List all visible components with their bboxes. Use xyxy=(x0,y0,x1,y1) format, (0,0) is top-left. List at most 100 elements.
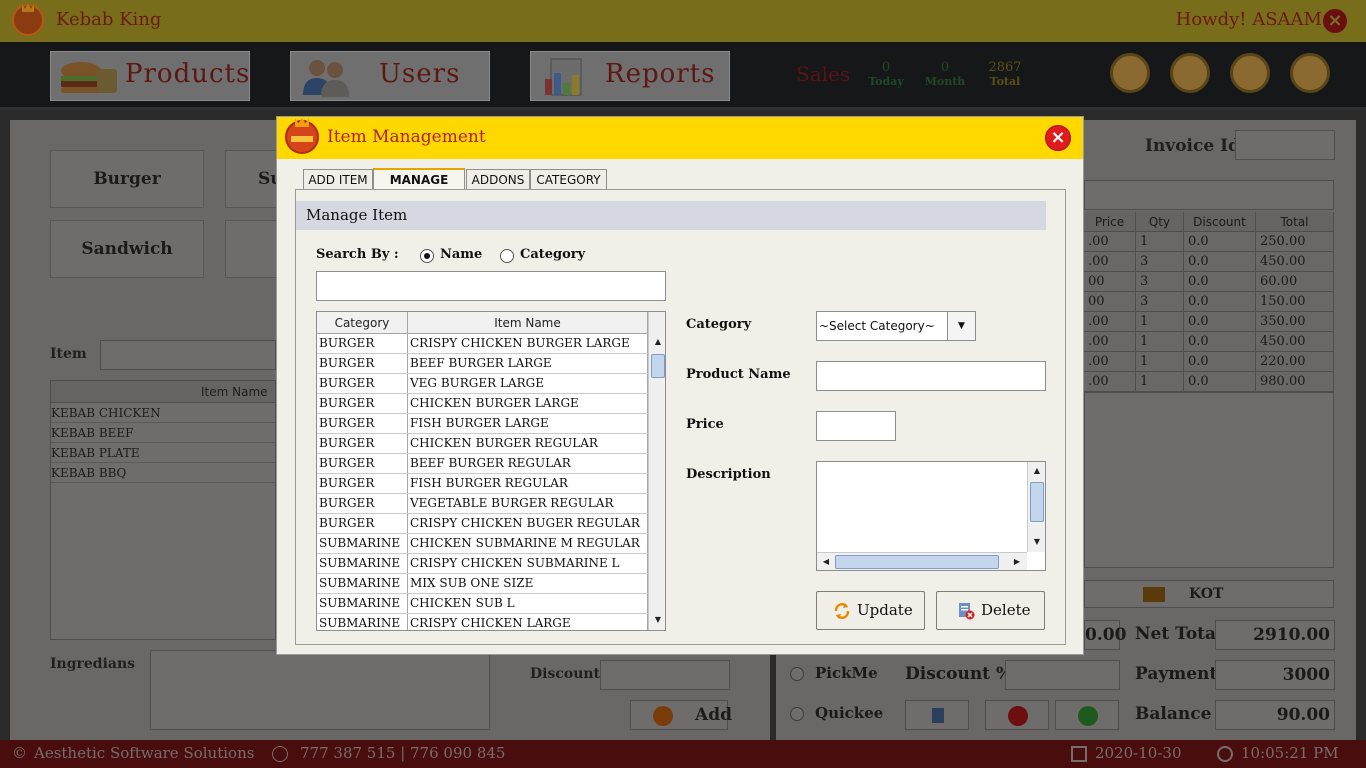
tab-manage-item[interactable]: MANAGE ITEM xyxy=(373,168,465,207)
delete-button[interactable]: Delete xyxy=(936,591,1045,630)
cell-category[interactable]: BURGER xyxy=(317,394,408,413)
table-row[interactable]: BURGER FISH BURGER LARGE xyxy=(317,414,648,434)
column-header-item-name[interactable]: Item Name xyxy=(408,312,648,333)
table-row[interactable]: BURGER FISH BURGER REGULAR xyxy=(317,474,648,494)
invoice-row[interactable]: .00 1 0.0 250.00 xyxy=(1084,232,1334,252)
cell-category[interactable]: BURGER xyxy=(317,494,408,513)
kot-button[interactable]: KOT xyxy=(1084,580,1334,608)
item-search-input[interactable] xyxy=(100,340,276,370)
list-item[interactable]: KEBAB BBQ xyxy=(51,463,275,483)
table-row[interactable]: BURGER BEEF BURGER REGULAR xyxy=(317,454,648,474)
table-row[interactable]: BURGER CHICKEN BURGER REGULAR xyxy=(317,434,648,454)
scroll-up-arrow-icon[interactable]: ▲ xyxy=(650,334,665,350)
tab-add-item[interactable]: ADD ITEM xyxy=(303,169,373,190)
table-row[interactable]: SUBMARINE CRISPY CHICKEN SUBMARINE L xyxy=(317,554,648,574)
table-row[interactable]: BURGER VEGETABLE BURGER REGULAR xyxy=(317,494,648,514)
table-row[interactable]: BURGER CRISPY CHICKEN BUGER REGULAR xyxy=(317,514,648,534)
cell-category[interactable]: SUBMARINE xyxy=(317,554,408,573)
scroll-right-arrow-icon[interactable]: ▶ xyxy=(1009,554,1025,570)
dialog-close-icon[interactable]: × xyxy=(1045,125,1071,151)
quickee-radio[interactable] xyxy=(790,707,804,721)
category-select[interactable]: ~Select Category~ ▼ xyxy=(816,311,976,341)
clear-button[interactable] xyxy=(905,700,969,730)
cell-category[interactable]: SUBMARINE xyxy=(317,574,408,593)
cell-category[interactable]: SUBMARINE xyxy=(317,594,408,613)
list-item[interactable]: KEBAB PLATE xyxy=(51,443,275,463)
tab-addons[interactable]: ADDONS xyxy=(466,169,530,190)
discount-input[interactable] xyxy=(600,660,730,690)
cell-item-name[interactable]: CHICKEN SUBMARINE M REGULAR xyxy=(408,534,648,553)
category-button-more[interactable] xyxy=(225,220,277,278)
cell-category[interactable]: BURGER xyxy=(317,474,408,493)
table-row[interactable]: SUBMARINE CHICKEN SUBMARINE M REGULAR xyxy=(317,534,648,554)
tab-category[interactable]: CATEGORY xyxy=(530,169,607,190)
search-by-category-radio[interactable] xyxy=(500,249,514,263)
cell-item-name[interactable]: MIX SUB ONE SIZE xyxy=(408,574,648,593)
table-row[interactable]: SUBMARINE CRISPY CHICKEN LARGE xyxy=(317,614,648,630)
monitor-icon[interactable] xyxy=(1290,53,1330,93)
cell-category[interactable]: BURGER xyxy=(317,454,408,473)
cell-category[interactable]: SUBMARINE xyxy=(317,534,408,553)
add-button[interactable]: Add xyxy=(630,700,732,730)
payment-input[interactable]: 3000 xyxy=(1215,660,1335,690)
invoice-row[interactable]: .00 1 0.0 350.00 xyxy=(1084,312,1334,332)
description-hscrollbar[interactable]: ◀ ▶ xyxy=(817,552,1027,570)
cancel-order-button[interactable] xyxy=(985,700,1049,730)
cell-category[interactable]: SUBMARINE xyxy=(317,614,408,630)
invoice-row[interactable]: .00 3 0.0 450.00 xyxy=(1084,252,1334,272)
category-button-submarine[interactable]: Su xyxy=(225,150,283,208)
description-vscrollbar[interactable]: ▲ ▼ xyxy=(1027,462,1045,552)
cell-item-name[interactable]: BEEF BURGER LARGE xyxy=(408,354,648,373)
cell-item-name[interactable]: CRISPY CHICKEN BUGER REGULAR xyxy=(408,514,648,533)
category-button-burger[interactable]: Burger xyxy=(50,150,204,208)
search-by-name-radio[interactable] xyxy=(420,249,434,263)
scroll-left-arrow-icon[interactable]: ◀ xyxy=(818,554,834,570)
update-button[interactable]: Update xyxy=(816,591,925,630)
table-row[interactable]: BURGER CRISPY CHICKEN BURGER LARGE xyxy=(317,334,648,354)
chevron-down-icon[interactable]: ▼ xyxy=(947,312,975,340)
chef-icon[interactable] xyxy=(1230,53,1270,93)
invoice-row[interactable]: .00 1 0.0 980.00 xyxy=(1084,372,1334,392)
notebook-icon[interactable] xyxy=(1170,53,1210,93)
cell-item-name[interactable]: CHICKEN BURGER LARGE xyxy=(408,394,648,413)
table-row[interactable]: BURGER VEG BURGER LARGE xyxy=(317,374,648,394)
confirm-order-button[interactable] xyxy=(1055,700,1119,730)
scroll-thumb[interactable] xyxy=(651,354,665,378)
cell-item-name[interactable]: BEEF BURGER REGULAR xyxy=(408,454,648,473)
scroll-thumb[interactable] xyxy=(835,555,999,569)
cell-item-name[interactable]: VEGETABLE BURGER REGULAR xyxy=(408,494,648,513)
cell-category[interactable]: BURGER xyxy=(317,334,408,353)
table-row[interactable]: SUBMARINE MIX SUB ONE SIZE xyxy=(317,574,648,594)
users-button[interactable]: Users xyxy=(290,51,490,101)
cell-category[interactable]: BURGER xyxy=(317,374,408,393)
cell-item-name[interactable]: CRISPY CHICKEN BURGER LARGE xyxy=(408,334,648,353)
cell-item-name[interactable]: CHICKEN SUB L xyxy=(408,594,648,613)
cell-item-name[interactable]: CHICKEN BURGER REGULAR xyxy=(408,434,648,453)
cell-item-name[interactable]: CRISPY CHICKEN SUBMARINE L xyxy=(408,554,648,573)
scroll-down-arrow-icon[interactable]: ▼ xyxy=(1029,534,1045,550)
cell-item-name[interactable]: FISH BURGER LARGE xyxy=(408,414,648,433)
cell-item-name[interactable]: FISH BURGER REGULAR xyxy=(408,474,648,493)
invoice-row[interactable]: .00 1 0.0 450.00 xyxy=(1084,332,1334,352)
scroll-down-arrow-icon[interactable]: ▼ xyxy=(650,612,665,628)
ingredients-textarea[interactable] xyxy=(150,650,490,730)
invoice-row[interactable]: 00 3 0.0 150.00 xyxy=(1084,292,1334,312)
pickme-radio[interactable] xyxy=(790,667,804,681)
product-name-input[interactable] xyxy=(816,361,1046,391)
item-list[interactable]: Item Name KEBAB CHICKEN KEBAB BEEF KEBAB… xyxy=(50,380,276,640)
cell-category[interactable]: BURGER xyxy=(317,434,408,453)
search-input[interactable] xyxy=(316,271,666,301)
products-button[interactable]: Products xyxy=(50,51,250,101)
item-grid[interactable]: Category Item Name BURGER CRISPY CHICKEN … xyxy=(316,311,666,631)
category-button-sandwich[interactable]: Sandwich xyxy=(50,220,204,278)
list-item[interactable]: KEBAB BEEF xyxy=(51,423,275,443)
cell-category[interactable]: BURGER xyxy=(317,514,408,533)
calculator-icon[interactable] xyxy=(1110,53,1150,93)
table-row[interactable]: SUBMARINE CHICKEN SUB L xyxy=(317,594,648,614)
scroll-thumb[interactable] xyxy=(1030,482,1044,522)
price-input[interactable] xyxy=(816,411,896,441)
invoice-row[interactable]: 00 3 0.0 60.00 xyxy=(1084,272,1334,292)
list-item[interactable]: KEBAB CHICKEN xyxy=(51,403,275,423)
discount-percent-input[interactable] xyxy=(1005,660,1120,690)
cell-item-name[interactable]: VEG BURGER LARGE xyxy=(408,374,648,393)
